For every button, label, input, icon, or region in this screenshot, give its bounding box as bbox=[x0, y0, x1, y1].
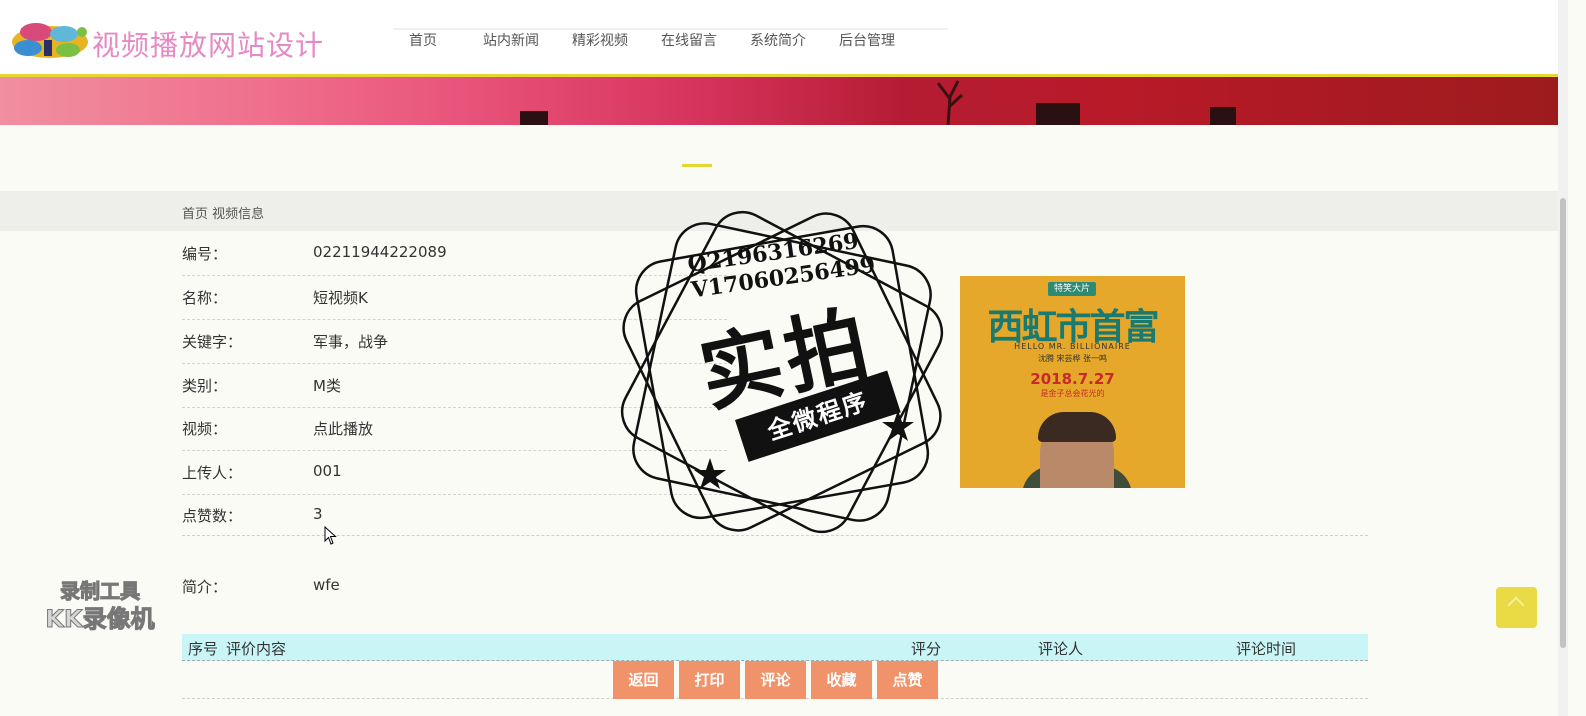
col-score: 评分 bbox=[911, 640, 942, 658]
banner-image bbox=[0, 77, 1558, 125]
nav-home[interactable]: 首页 bbox=[409, 30, 437, 50]
info-label: 简介： bbox=[182, 578, 228, 596]
poster-tag: 特笑大片 bbox=[1048, 282, 1096, 296]
nav-news[interactable]: 站内新闻 bbox=[483, 30, 539, 50]
col-time: 评论时间 bbox=[1236, 640, 1297, 658]
info-label: 点赞数： bbox=[182, 507, 243, 525]
poster-english-title: HELLO MR. BILLIONAIRE bbox=[1014, 342, 1131, 351]
info-value: 001 bbox=[313, 462, 342, 480]
info-label: 类别： bbox=[182, 377, 228, 395]
nav-about[interactable]: 系统简介 bbox=[750, 30, 806, 50]
info-label: 名称： bbox=[182, 289, 228, 307]
carousel-indicator[interactable] bbox=[682, 164, 712, 167]
recorder-line1: 录制工具 bbox=[60, 579, 141, 604]
poster-cast: 沈腾 宋芸桦 张一鸣 bbox=[1037, 354, 1108, 363]
poster-date: 2018.7.27 bbox=[1030, 370, 1115, 388]
recorder-watermark: 录制工具 KK录像机 bbox=[30, 578, 170, 634]
site-header: 视频播放网站设计 首页 站内新闻 精彩视频 在线留言 系统简介 后台管理 bbox=[0, 0, 1558, 74]
logo-icon[interactable] bbox=[6, 16, 90, 62]
info-label: 编号： bbox=[182, 245, 228, 263]
info-value: 军事，战争 bbox=[313, 333, 389, 351]
favorite-button[interactable]: 收藏 bbox=[811, 661, 872, 699]
breadcrumb-home[interactable]: 首页 bbox=[182, 207, 208, 222]
video-poster[interactable]: 特笑大片 西虹市首富 HELLO MR. BILLIONAIRE 沈腾 宋芸桦 … bbox=[960, 276, 1185, 488]
info-label: 视频： bbox=[182, 420, 228, 438]
comment-table-header: 序号 评价内容 评分 评论人 评论时间 bbox=[182, 634, 1368, 661]
site-title[interactable]: 视频播放网站设计 bbox=[92, 24, 324, 64]
tree-silhouette bbox=[936, 80, 964, 125]
recorder-line2: KK录像机 bbox=[45, 605, 155, 634]
print-button[interactable]: 打印 bbox=[679, 661, 740, 699]
breadcrumb-current: 视频信息 bbox=[212, 207, 265, 222]
info-label: 关键字： bbox=[182, 333, 243, 351]
window-edge bbox=[1568, 0, 1586, 716]
info-value: 02211944222089 bbox=[313, 243, 447, 261]
info-value: 短视频K bbox=[313, 289, 368, 307]
back-to-top-button[interactable] bbox=[1496, 587, 1537, 628]
col-author: 评论人 bbox=[1038, 640, 1084, 658]
play-link[interactable]: 点此播放 bbox=[313, 418, 373, 439]
like-button[interactable]: 点赞 bbox=[877, 661, 938, 699]
nav-videos[interactable]: 精彩视频 bbox=[572, 30, 628, 50]
col-content: 评价内容 bbox=[226, 640, 287, 658]
back-button[interactable]: 返回 bbox=[613, 661, 674, 699]
info-value: 3 bbox=[313, 505, 323, 523]
nav-admin[interactable]: 后台管理 bbox=[839, 30, 895, 50]
arrow-up-icon bbox=[1507, 596, 1525, 614]
comment-button[interactable]: 评论 bbox=[745, 661, 806, 699]
scrollbar-thumb[interactable] bbox=[1560, 198, 1566, 648]
info-value: wfe bbox=[313, 576, 340, 594]
mouse-cursor-icon bbox=[324, 526, 337, 545]
nav-messages[interactable]: 在线留言 bbox=[661, 30, 717, 50]
poster-subtitle: 是金子总会花光的 bbox=[1040, 389, 1105, 398]
poster-figure-hair bbox=[1038, 412, 1116, 442]
info-label: 上传人： bbox=[182, 464, 243, 482]
info-value: M类 bbox=[313, 377, 341, 395]
col-index: 序号 bbox=[188, 640, 219, 658]
